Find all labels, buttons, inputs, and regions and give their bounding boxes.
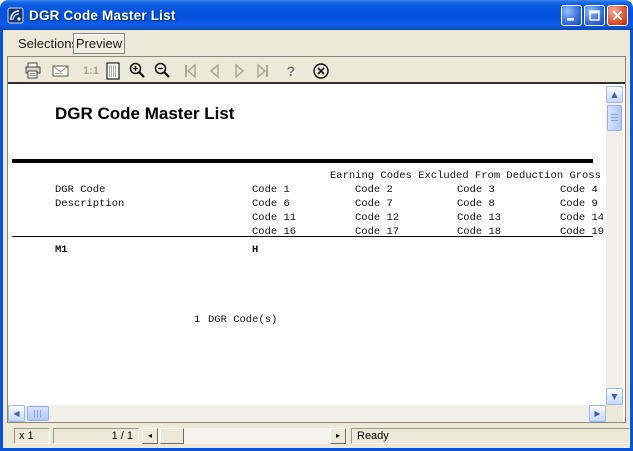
actual-size-icon[interactable]: 1:1 bbox=[80, 60, 102, 81]
vertical-scroll-thumb[interactable] bbox=[607, 105, 622, 131]
status-message-text: Ready bbox=[357, 430, 389, 442]
page-scroll-thumb[interactable] bbox=[160, 428, 184, 444]
report-rule-header bbox=[12, 236, 593, 237]
next-page-icon[interactable] bbox=[228, 60, 250, 81]
report-title: DGR Code Master List bbox=[55, 104, 234, 124]
header-cell: Code 8 bbox=[457, 198, 495, 210]
app-icon bbox=[7, 7, 24, 24]
header-cell: Code 7 bbox=[355, 198, 393, 210]
scroll-down-icon[interactable]: ▼ bbox=[606, 388, 623, 405]
first-page-icon[interactable] bbox=[180, 60, 202, 81]
window-body: Selections Preview bbox=[0, 30, 633, 451]
report-rule-top bbox=[12, 159, 593, 163]
header-cell: Code 13 bbox=[457, 212, 501, 224]
scroll-right-icon[interactable]: ▶ bbox=[589, 405, 606, 422]
page-scroll-left-icon[interactable]: ◂ bbox=[142, 428, 158, 444]
vertical-scrollbar[interactable]: ▲ ▼ bbox=[606, 86, 623, 405]
header-cell: Code 11 bbox=[252, 212, 296, 224]
report-page: DGR Code Master List Earning Codes Exclu… bbox=[8, 86, 606, 405]
help-icon[interactable]: ? bbox=[280, 60, 302, 81]
header-cell: Description bbox=[55, 198, 124, 210]
zoom-out-icon[interactable] bbox=[151, 60, 173, 81]
close-button[interactable] bbox=[607, 5, 628, 26]
horizontal-scrollbar[interactable]: ◀ ▶ bbox=[8, 405, 606, 422]
close-preview-icon[interactable] bbox=[310, 60, 332, 81]
row-earning-code: H bbox=[252, 244, 258, 256]
help-label: ? bbox=[287, 63, 296, 79]
mail-icon[interactable] bbox=[50, 60, 72, 81]
summary-count: 1 bbox=[194, 314, 200, 326]
header-cell: Code 1 bbox=[252, 184, 290, 196]
header-cell: Code 9 bbox=[560, 198, 598, 210]
scrollbar-corner bbox=[606, 405, 623, 422]
print-icon[interactable] bbox=[22, 60, 44, 81]
zoom-level-text: x 1 bbox=[19, 430, 34, 442]
app-window: DGR Code Master List Selections Preview bbox=[0, 0, 633, 451]
window-title: DGR Code Master List bbox=[29, 8, 561, 23]
header-cell: Code 3 bbox=[457, 184, 495, 196]
maximize-button[interactable] bbox=[584, 5, 605, 26]
header-cell: DGR Code bbox=[55, 184, 105, 196]
previous-page-icon[interactable] bbox=[204, 60, 226, 81]
window-controls bbox=[561, 5, 628, 26]
page-setup-icon[interactable] bbox=[102, 60, 124, 81]
minimize-button[interactable] bbox=[561, 5, 582, 26]
status-bar: x 1 1 / 1 ◂ ▸ Ready bbox=[3, 424, 630, 448]
page-scroll-right-icon[interactable]: ▸ bbox=[330, 428, 346, 444]
header-cell: Code 2 bbox=[355, 184, 393, 196]
header-cell: Code 12 bbox=[355, 212, 399, 224]
header-cell: Code 6 bbox=[252, 198, 290, 210]
scroll-left-icon[interactable]: ◀ bbox=[8, 405, 25, 422]
preview-panel: 1:1 bbox=[8, 57, 625, 422]
tab-preview[interactable]: Preview bbox=[73, 33, 125, 54]
header-cell: Code 14 bbox=[560, 212, 604, 224]
page-indicator-panel: 1 / 1 bbox=[53, 428, 139, 444]
tab-selections[interactable]: Selections bbox=[18, 36, 78, 51]
header-cell: Code 4 bbox=[560, 184, 598, 196]
band-header: Earning Codes Excluded From Deduction Gr… bbox=[330, 170, 601, 182]
summary-label: DGR Code(s) bbox=[208, 314, 277, 326]
horizontal-scroll-thumb[interactable] bbox=[27, 406, 49, 421]
preview-toolbar: 1:1 bbox=[8, 57, 625, 84]
zoom-level-panel: x 1 bbox=[14, 428, 50, 444]
zoom-in-icon[interactable] bbox=[126, 60, 148, 81]
last-page-icon[interactable] bbox=[251, 60, 273, 81]
scroll-up-icon[interactable]: ▲ bbox=[606, 86, 623, 103]
status-message-panel: Ready bbox=[351, 428, 630, 444]
row-dgr-code: M1 bbox=[55, 244, 68, 256]
page-indicator-text: 1 / 1 bbox=[112, 430, 133, 442]
page-scrollbar[interactable]: ◂ ▸ bbox=[142, 428, 347, 444]
title-bar[interactable]: DGR Code Master List bbox=[0, 0, 633, 30]
one-to-one-label: 1:1 bbox=[83, 65, 99, 77]
